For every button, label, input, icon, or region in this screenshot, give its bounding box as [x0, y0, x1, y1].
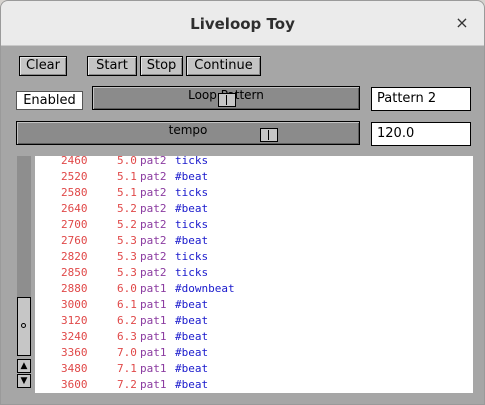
log-beat: 5.3: [117, 250, 137, 263]
log-time: 3480: [61, 362, 88, 375]
log-row: 2580 5.1 pat2 ticks: [35, 185, 465, 201]
log-time: 2820: [61, 250, 88, 263]
log-pattern: pat1: [140, 346, 167, 359]
scrollbar-grip-icon: [21, 323, 26, 328]
log-event: #beat: [175, 234, 209, 247]
log-event: ticks: [175, 250, 209, 263]
scroll-down-icon[interactable]: ▼: [17, 374, 31, 388]
clear-button[interactable]: Clear: [19, 56, 67, 76]
log-row: 2820 5.3 pat2 ticks: [35, 249, 465, 265]
tempo-scale[interactable]: tempo: [16, 121, 360, 145]
log-beat: 5.3: [117, 234, 137, 247]
log-time: 2850: [61, 266, 88, 279]
log-row: 2700 5.2 pat2 ticks: [35, 217, 465, 233]
app-window: Liveloop Toy × Clear Start Stop Continue…: [0, 0, 485, 405]
log-time: 3360: [61, 346, 88, 359]
log-pattern: pat1: [140, 282, 167, 295]
log-event: #beat: [175, 378, 209, 391]
log-pattern: pat1: [140, 378, 167, 391]
log-event: #beat: [175, 170, 209, 183]
slider-notch: [226, 95, 227, 105]
log-pattern: pat2: [140, 266, 167, 279]
log-beat: 6.2: [117, 314, 137, 327]
log-event: #beat: [175, 298, 209, 311]
log-row: 2760 5.3 pat2 #beat: [35, 233, 465, 249]
log-row: 2640 5.2 pat2 #beat: [35, 201, 465, 217]
log-beat: 5.1: [117, 170, 137, 183]
log-time: 2880: [61, 282, 88, 295]
log-pattern: pat1: [140, 362, 167, 375]
start-button[interactable]: Start: [87, 56, 137, 76]
log-event: #downbeat: [175, 282, 235, 295]
log-beat: 7.1: [117, 362, 137, 375]
log-row: 2520 5.1 pat2 #beat: [35, 169, 465, 185]
log-row: 3000 6.1 pat1 #beat: [35, 297, 465, 313]
log-event: ticks: [175, 266, 209, 279]
log-time: 2640: [61, 202, 88, 215]
log-row: 2460 5.0 pat2 ticks: [35, 156, 465, 169]
loop-pattern-scale[interactable]: Loop Pattern: [92, 86, 360, 110]
log-row: 3120 6.2 pat1 #beat: [35, 313, 465, 329]
log-pattern: pat1: [140, 314, 167, 327]
scroll-up-icon[interactable]: ▲: [17, 359, 31, 373]
log-event: ticks: [175, 218, 209, 231]
log-pattern: pat2: [140, 202, 167, 215]
log-time: 2760: [61, 234, 88, 247]
tempo-slider-thumb[interactable]: [260, 128, 278, 142]
log-time: 2700: [61, 218, 88, 231]
log-time: 2460: [61, 156, 88, 167]
continue-button[interactable]: Continue: [186, 56, 261, 76]
title-bar[interactable]: Liveloop Toy ×: [1, 1, 484, 46]
log-event: #beat: [175, 362, 209, 375]
log-beat: 5.0: [117, 156, 137, 167]
scrollbar-slider[interactable]: [17, 297, 31, 356]
log-row: 3600 7.2 pat1 #beat: [35, 377, 465, 393]
log-pattern: pat1: [140, 330, 167, 343]
log-beat: 6.0: [117, 282, 137, 295]
log-pattern: pat2: [140, 170, 167, 183]
log-event: ticks: [175, 186, 209, 199]
log-row: 2880 6.0 pat1 #downbeat: [35, 281, 465, 297]
log-scrollbar[interactable]: ▲ ▼: [15, 156, 33, 393]
log-row: 3360 7.0 pat1 #beat: [35, 345, 465, 361]
log-beat: 6.1: [117, 298, 137, 311]
log-row: 3480 7.1 pat1 #beat: [35, 361, 465, 377]
log-time: 3240: [61, 330, 88, 343]
log-pattern: pat1: [140, 298, 167, 311]
log-event: ticks: [175, 156, 209, 167]
enabled-checkbox[interactable]: Enabled: [16, 91, 83, 110]
tempo-field[interactable]: 120.0: [371, 122, 471, 146]
log-pattern: pat2: [140, 234, 167, 247]
close-icon[interactable]: ×: [454, 15, 470, 31]
log-beat: 5.3: [117, 266, 137, 279]
log-beat: 7.2: [117, 378, 137, 391]
log-beat: 5.2: [117, 202, 137, 215]
log-pattern: pat2: [140, 186, 167, 199]
loop-pattern-slider-thumb[interactable]: [218, 93, 236, 107]
log-pattern: pat2: [140, 218, 167, 231]
event-log[interactable]: 2460 5.0 pat2 ticks 2520 5.1 pat2 #beat 2580 5.1 p…: [35, 156, 473, 393]
log-event: #beat: [175, 346, 209, 359]
log-event: #beat: [175, 202, 209, 215]
log-beat: 5.1: [117, 186, 137, 199]
pattern-field[interactable]: Pattern 2: [371, 87, 471, 111]
log-event: #beat: [175, 314, 209, 327]
log-row: 3240 6.3 pat1 #beat: [35, 329, 465, 345]
log-beat: 6.3: [117, 330, 137, 343]
slider-notch: [268, 130, 269, 140]
log-time: 3000: [61, 298, 88, 311]
log-pattern: pat2: [140, 250, 167, 263]
log-pattern: pat2: [140, 156, 167, 167]
log-beat: 7.0: [117, 346, 137, 359]
log-event: #beat: [175, 330, 209, 343]
log-time: 3600: [61, 378, 88, 391]
log-row: 2850 5.3 pat2 ticks: [35, 265, 465, 281]
log-beat: 5.2: [117, 218, 137, 231]
log-time: 2580: [61, 186, 88, 199]
tempo-scale-label: tempo: [168, 123, 208, 137]
window-title: Liveloop Toy: [190, 15, 295, 33]
log-time: 2520: [61, 170, 88, 183]
stop-button[interactable]: Stop: [140, 56, 183, 76]
log-time: 3120: [61, 314, 88, 327]
